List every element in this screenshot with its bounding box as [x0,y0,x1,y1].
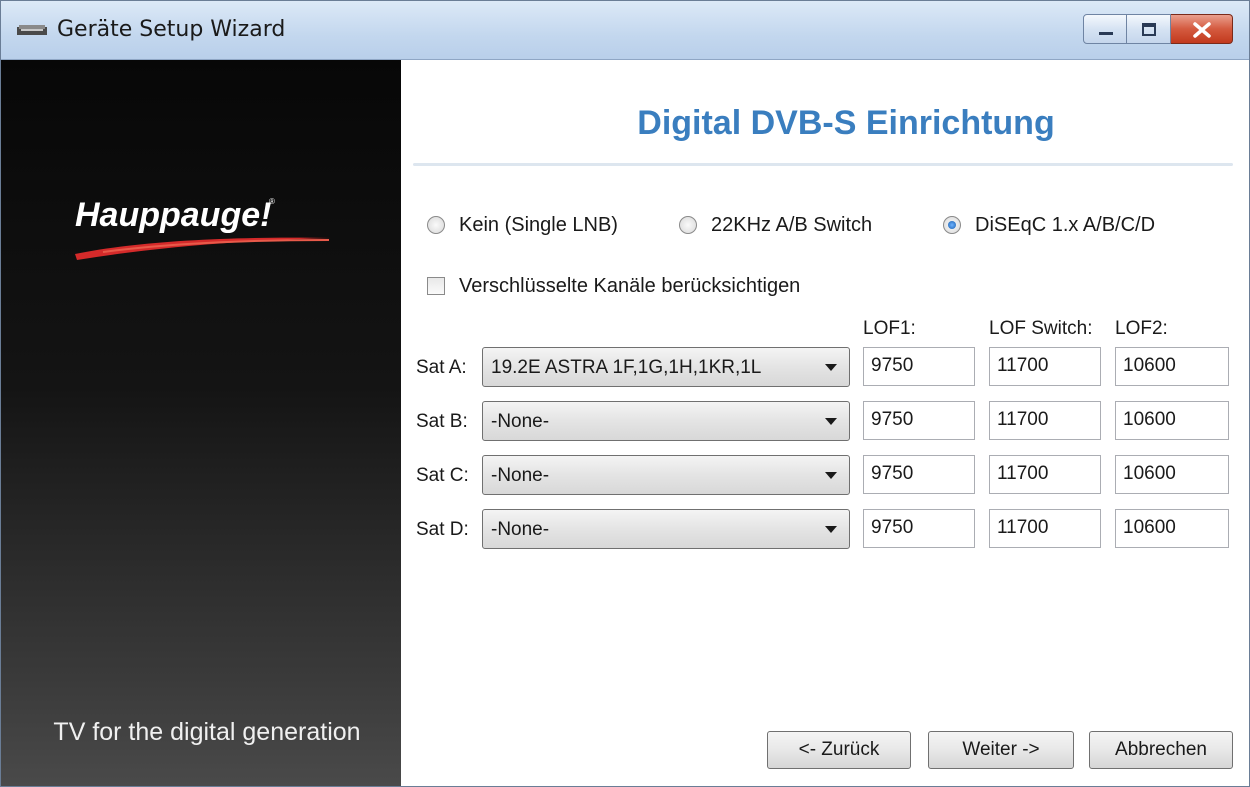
close-icon [1193,22,1211,38]
sat-b-dropdown[interactable]: -None- [482,401,850,441]
lof1-header: LOF1: [863,318,916,339]
sat-b-lof2-input[interactable]: 10600 [1115,401,1229,440]
input-value: 10600 [1123,463,1176,484]
radio-single-lnb[interactable]: Kein (Single LNB) [427,211,618,239]
sat-a-lof2-input[interactable]: 10600 [1115,347,1229,386]
input-value: 9750 [871,409,914,430]
minimize-icon [1099,32,1113,35]
dropdown-value: 19.2E ASTRA 1F,1G,1H,1KR,1L [491,357,762,378]
input-value: 10600 [1123,517,1176,538]
svg-text:Hauppauge!: Hauppauge! [75,196,271,234]
back-button[interactable]: <- Zurück [767,731,911,769]
input-value: 11700 [997,355,1049,376]
tv-tuner-app-icon [17,25,47,35]
radio-label: Kein (Single LNB) [459,213,618,236]
radio-indicator[interactable] [679,216,697,234]
input-value: 9750 [871,355,914,376]
page-title: Digital DVB-S Einrichtung [637,104,1055,142]
dropdown-value: -None- [491,411,550,432]
radio-label: DiSEqC 1.x A/B/C/D [975,213,1156,236]
radio-22khz-switch[interactable]: 22KHz A/B Switch [679,211,872,239]
chevron-down-icon [825,526,837,533]
cancel-button[interactable]: Abbrechen [1089,731,1233,769]
radio-diseqc[interactable]: DiSEqC 1.x A/B/C/D [943,211,1155,239]
radio-indicator-selected[interactable] [943,216,961,234]
next-button[interactable]: Weiter -> [928,731,1074,769]
sat-d-lof1-input[interactable]: 9750 [863,509,975,548]
chevron-down-icon [825,472,837,479]
sat-d-lof2-input[interactable]: 10600 [1115,509,1229,548]
sat-a-lof-switch-input[interactable]: 11700 [989,347,1101,386]
checkbox-label: Verschlüsselte Kanäle berücksichtigen [459,274,801,297]
lof2-header: LOF2: [1115,318,1168,339]
sat-d-lof-switch-input[interactable]: 11700 [989,509,1101,548]
input-value: 9750 [871,463,914,484]
minimize-button[interactable] [1083,14,1127,44]
tagline: TV for the digital generation [53,718,361,746]
maximize-button[interactable] [1127,14,1171,44]
sat-a-dropdown[interactable]: 19.2E ASTRA 1F,1G,1H,1KR,1L [482,347,850,387]
title-bar[interactable]: Geräte Setup Wizard [1,1,1249,60]
checkbox-box[interactable] [427,277,445,295]
dropdown-value: -None- [491,465,550,486]
sat-a-label: Sat A: [416,357,467,378]
sat-c-label: Sat C: [416,465,469,486]
sat-b-label: Sat B: [416,411,468,432]
sat-c-dropdown[interactable]: -None- [482,455,850,495]
radio-label: 22KHz A/B Switch [711,213,873,236]
sat-c-lof1-input[interactable]: 9750 [863,455,975,494]
sat-d-label: Sat D: [416,519,469,540]
encrypted-channels-checkbox[interactable]: Verschlüsselte Kanäle berücksichtigen [427,272,800,300]
sat-b-lof1-input[interactable]: 9750 [863,401,975,440]
sat-c-lof2-input[interactable]: 10600 [1115,455,1229,494]
sat-b-lof-switch-input[interactable]: 11700 [989,401,1101,440]
window-title: Geräte Setup Wizard [57,17,286,42]
radio-indicator[interactable] [427,216,445,234]
sat-d-dropdown[interactable]: -None- [482,509,850,549]
hauppauge-logo: Hauppauge! ® [75,196,331,260]
input-value: 11700 [997,463,1049,484]
dropdown-value: -None- [491,519,550,540]
chevron-down-icon [825,418,837,425]
close-button[interactable] [1171,14,1233,44]
sat-c-lof-switch-input[interactable]: 11700 [989,455,1101,494]
input-value: 11700 [997,517,1049,538]
maximize-icon [1142,23,1156,36]
chevron-down-icon [825,364,837,371]
input-value: 11700 [997,409,1049,430]
wizard-content: Digital DVB-S Einrichtung Kein (Single L… [401,60,1249,786]
sat-a-lof1-input[interactable]: 9750 [863,347,975,386]
title-separator [413,163,1233,166]
lof-switch-header: LOF Switch: [989,318,1093,339]
setup-wizard-window: Geräte Setup Wizard Hauppauge! ® TV for … [0,0,1250,787]
input-value: 10600 [1123,409,1176,430]
input-value: 9750 [871,517,914,538]
branding-sidebar: Hauppauge! ® TV for the digital generati… [1,60,401,786]
svg-text:®: ® [269,197,275,206]
input-value: 10600 [1123,355,1176,376]
